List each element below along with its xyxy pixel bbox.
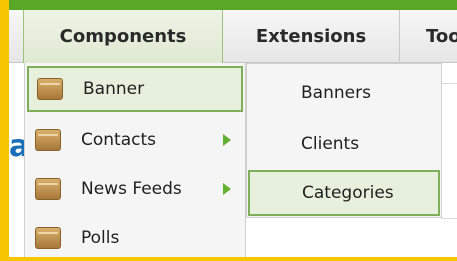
folder-box-icon xyxy=(37,78,63,100)
background-divider xyxy=(441,83,457,84)
submenu-item-banners[interactable]: Banners xyxy=(287,70,437,116)
menu-tools[interactable]: Too xyxy=(400,10,457,63)
folder-box-icon xyxy=(35,178,61,200)
folder-box-icon xyxy=(35,129,61,151)
banner-submenu: Banners Clients Categories xyxy=(246,63,442,218)
menu-components[interactable]: Components xyxy=(23,10,223,63)
dropdown-item-news-feeds[interactable]: News Feeds xyxy=(27,166,243,212)
menu-extensions[interactable]: Extensions xyxy=(223,10,400,63)
dropdown-item-banner[interactable]: Banner xyxy=(27,66,243,112)
submenu-item-clients[interactable]: Clients xyxy=(287,121,437,167)
dropdown-item-label: Banner xyxy=(83,79,145,99)
dropdown-item-label: Contacts xyxy=(81,130,156,150)
dropdown-item-contacts[interactable]: Contacts xyxy=(27,117,243,163)
background-text-fragment: a xyxy=(9,129,30,164)
right-arrow-icon xyxy=(223,183,231,195)
dropdown-item-label: Polls xyxy=(81,228,120,248)
submenu-item-categories[interactable]: Categories xyxy=(248,170,440,216)
top-menu-bar: Components Extensions Too xyxy=(9,10,457,63)
dropdown-item-polls[interactable]: Polls xyxy=(27,215,243,261)
background-divider xyxy=(441,218,457,219)
right-arrow-icon xyxy=(223,134,231,146)
yellow-frame-bottom xyxy=(0,257,457,261)
dropdown-item-label: News Feeds xyxy=(81,179,182,199)
folder-box-icon xyxy=(35,227,61,249)
components-dropdown: Banner Contacts News Feeds Polls xyxy=(24,63,246,257)
green-top-bar xyxy=(9,0,457,10)
yellow-frame-left xyxy=(0,0,9,261)
